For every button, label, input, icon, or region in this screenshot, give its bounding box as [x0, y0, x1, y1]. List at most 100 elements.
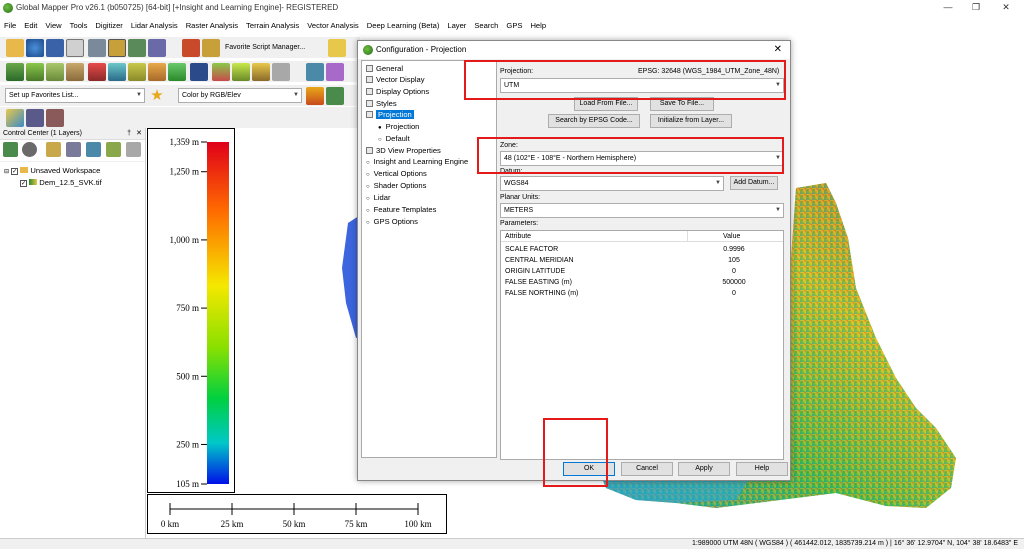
color-mode-select[interactable]: Color by RGB/Elev ▼ — [178, 88, 302, 103]
find-icon[interactable] — [148, 39, 166, 57]
menu-deep-learning[interactable]: Deep Learning (Beta) — [363, 18, 444, 33]
favorites-list-select[interactable]: Set up Favorites List... ▼ — [5, 88, 145, 103]
layer-node[interactable]: ✓ Dem_12.5_SVK.tif — [20, 178, 102, 187]
filter-icon[interactable] — [306, 87, 324, 105]
run-favorite-icon[interactable] — [328, 39, 346, 57]
lidar-icon[interactable] — [190, 63, 208, 81]
checkbox-icon[interactable]: ✓ — [11, 168, 19, 175]
magnify-icon[interactable] — [26, 109, 44, 127]
metadata-icon[interactable] — [66, 142, 81, 157]
collapse-icon[interactable]: ⊟ — [4, 169, 9, 175]
minimize-button[interactable]: — — [938, 1, 958, 14]
cancel-button[interactable]: Cancel — [621, 462, 673, 476]
script-icon[interactable] — [182, 39, 200, 57]
layer-props-icon[interactable] — [46, 142, 61, 157]
tree-item-projection[interactable]: Projection — [366, 109, 414, 120]
grid-icon[interactable] — [148, 63, 166, 81]
menu-edit[interactable]: Edit — [20, 18, 41, 33]
projection-select[interactable]: UTM ▼ — [500, 78, 784, 93]
scale-tick-label: 75 km — [345, 519, 368, 529]
dialog-close-icon[interactable]: ✕ — [774, 41, 782, 59]
print-icon[interactable] — [66, 39, 84, 57]
volume-icon[interactable] — [108, 63, 126, 81]
tree-item-3d-view[interactable]: 3D View Properties — [366, 145, 441, 156]
overview-icon[interactable] — [128, 39, 146, 57]
measure-icon[interactable] — [272, 63, 290, 81]
menu-lidar-analysis[interactable]: Lidar Analysis — [127, 18, 182, 33]
menu-help[interactable]: Help — [526, 18, 550, 33]
menu-terrain-analysis[interactable]: Terrain Analysis — [242, 18, 303, 33]
save-to-file-button[interactable]: Save To File... — [650, 97, 714, 111]
planar-units-select[interactable]: METERS ▼ — [500, 203, 784, 218]
tree-item-gps[interactable]: ○ GPS Options — [366, 216, 418, 229]
ok-button[interactable]: OK — [563, 462, 615, 476]
help-button[interactable]: Help — [736, 462, 788, 476]
favorite-script-icon[interactable] — [202, 39, 220, 57]
bullet-empty-icon: ○ — [366, 208, 370, 214]
menu-tools[interactable]: Tools — [66, 18, 92, 33]
menu-gps[interactable]: GPS — [502, 18, 526, 33]
table-row[interactable]: SCALE FACTOR 0.9996 — [501, 244, 783, 255]
digitize-icon[interactable] — [326, 63, 344, 81]
info-tool-icon[interactable] — [46, 109, 64, 127]
column-header-attribute[interactable]: Attribute — [505, 231, 531, 242]
watershed-icon[interactable] — [66, 63, 84, 81]
brush-icon[interactable] — [232, 63, 250, 81]
map-layout-icon[interactable] — [6, 109, 24, 127]
table-row[interactable]: ORIGIN LATITUDE 0 — [501, 266, 783, 277]
page-icon — [366, 65, 373, 72]
apply-button[interactable]: Apply — [678, 462, 730, 476]
menu-search[interactable]: Search — [470, 18, 502, 33]
menu-digitizer[interactable]: Digitizer — [91, 18, 126, 33]
open-folder-icon[interactable] — [6, 39, 24, 57]
favorite-script-manager[interactable]: Favorite Script Manager... — [222, 41, 322, 56]
table-row[interactable]: CENTRAL MERIDIAN 105 — [501, 255, 783, 266]
restore-button[interactable]: ❐ — [966, 1, 986, 14]
remove-layer-icon[interactable] — [126, 142, 141, 157]
add-datum-button[interactable]: Add Datum... — [730, 176, 778, 190]
close-button[interactable]: ✕ — [996, 1, 1016, 14]
layer-control-icon[interactable] — [108, 39, 126, 57]
3d-view-icon[interactable] — [306, 63, 324, 81]
profile-icon[interactable] — [128, 63, 146, 81]
control-center-header: Control Center (1 Layers) † ✕ — [0, 128, 145, 140]
save-icon[interactable] — [46, 39, 64, 57]
star-icon[interactable]: ★ — [148, 87, 166, 105]
search-epsg-button[interactable]: Search by EPSG Code... — [548, 114, 640, 128]
export-layer-icon[interactable] — [106, 142, 121, 157]
scale-tick-label: 50 km — [283, 519, 306, 529]
menu-file[interactable]: File — [0, 18, 20, 33]
table-row[interactable]: FALSE EASTING (m) 500000 — [501, 277, 783, 288]
cut-fill-icon[interactable] — [88, 63, 106, 81]
menu-view[interactable]: View — [41, 18, 65, 33]
pin-icon[interactable]: † — [127, 128, 131, 140]
add-layer-icon[interactable] — [3, 142, 18, 157]
viewshed-icon[interactable] — [46, 63, 64, 81]
terrain-icon[interactable] — [6, 63, 24, 81]
column-header-value[interactable]: Value — [723, 231, 740, 242]
tree-item-general[interactable]: General — [366, 63, 403, 74]
layer-checkbox-icon[interactable]: ✓ — [20, 180, 27, 187]
menu-vector-analysis[interactable]: Vector Analysis — [303, 18, 363, 33]
datum-select[interactable]: WGS84 ▼ — [500, 176, 724, 191]
options-icon[interactable] — [22, 142, 37, 157]
classify-icon[interactable] — [212, 63, 230, 81]
tree-item-vector-display[interactable]: Vector Display — [366, 74, 425, 85]
tree-item-display-options[interactable]: Display Options — [366, 86, 429, 97]
table-row[interactable]: FALSE NORTHING (m) 0 — [501, 288, 783, 299]
zone-select[interactable]: 48 (102°E - 108°E - Northern Hemisphere)… — [500, 151, 784, 166]
menu-raster-analysis[interactable]: Raster Analysis — [182, 18, 242, 33]
workspace-node[interactable]: ⊟ ✓ Unsaved Workspace — [4, 166, 100, 175]
initialize-from-layer-button[interactable]: Initialize from Layer... — [650, 114, 732, 128]
globe-icon[interactable] — [26, 39, 44, 57]
tree-item-styles[interactable]: Styles — [366, 98, 397, 109]
menu-layer[interactable]: Layer — [443, 18, 470, 33]
shader-icon[interactable] — [326, 87, 344, 105]
load-from-file-button[interactable]: Load From File... — [574, 97, 638, 111]
zoom-layer-icon[interactable] — [86, 142, 101, 157]
pencil-icon[interactable] — [252, 63, 270, 81]
panel-close-icon[interactable]: ✕ — [136, 128, 142, 140]
contour-icon[interactable] — [26, 63, 44, 81]
wrench-icon[interactable] — [88, 39, 106, 57]
sun-icon[interactable] — [168, 63, 186, 81]
